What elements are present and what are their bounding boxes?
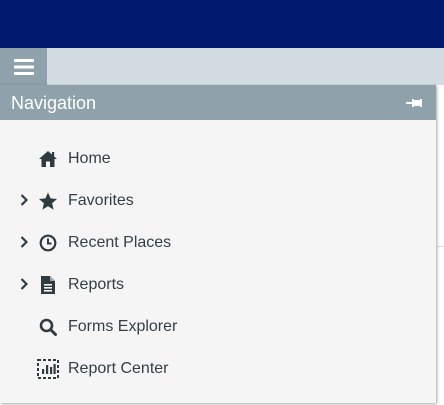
clock-icon — [37, 233, 59, 253]
nav-item-label: Recent Places — [68, 234, 172, 251]
background-content — [437, 85, 444, 405]
panel-title: Navigation — [11, 93, 97, 113]
navigation-list: Home Favorites Recent Places Reports For… — [0, 138, 436, 390]
star-icon — [37, 191, 59, 211]
nav-item-label: Reports — [68, 276, 125, 293]
nav-item-home[interactable]: Home — [0, 138, 436, 180]
chevron-right-icon[interactable] — [18, 235, 30, 249]
divider — [437, 246, 444, 247]
nav-item-label: Home — [68, 150, 111, 167]
chevron-right-icon[interactable] — [18, 193, 30, 207]
nav-item-recent-places[interactable]: Recent Places — [0, 222, 436, 264]
chevron-right-icon[interactable] — [18, 277, 30, 291]
report-center-icon — [37, 359, 59, 379]
search-icon — [37, 317, 59, 337]
pin-button[interactable] — [404, 95, 424, 111]
nav-item-forms-explorer[interactable]: Forms Explorer — [0, 306, 436, 348]
nav-item-reports[interactable]: Reports — [0, 264, 436, 306]
navigation-panel: Navigation Home Favorites Recent Places … — [0, 85, 436, 403]
nav-item-report-center[interactable]: Report Center — [0, 348, 436, 390]
nav-item-label: Favorites — [68, 192, 134, 209]
nav-item-label: Report Center — [68, 360, 169, 377]
top-app-bar — [0, 0, 444, 48]
hamburger-menu-icon — [13, 58, 34, 75]
toolbar-strip — [0, 48, 444, 85]
nav-item-label: Forms Explorer — [68, 318, 178, 335]
navigation-panel-header: Navigation — [0, 85, 436, 120]
hamburger-menu-button[interactable] — [0, 48, 47, 85]
nav-item-favorites[interactable]: Favorites — [0, 180, 436, 222]
pin-icon — [406, 99, 422, 107]
home-icon — [37, 149, 59, 169]
document-icon — [37, 275, 59, 295]
